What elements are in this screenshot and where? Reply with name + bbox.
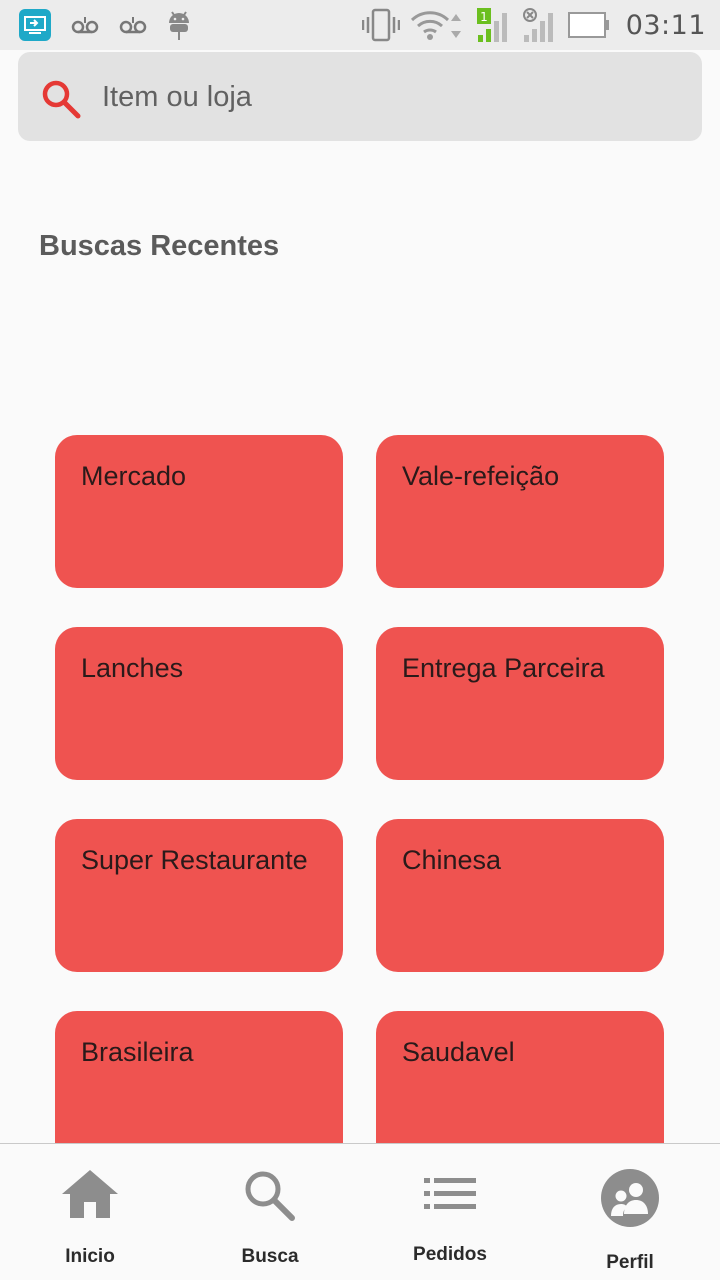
list-icon	[424, 1178, 476, 1209]
category-label: Vale-refeição	[402, 461, 560, 491]
nav-label: Perfil	[606, 1252, 654, 1273]
category-card[interactable]: Lanches	[55, 627, 343, 780]
category-card[interactable]: Entrega Parceira	[376, 627, 664, 780]
category-label: Lanches	[81, 653, 184, 683]
category-card[interactable]: Brasileira	[55, 1011, 343, 1143]
nav-item-busca[interactable]: Busca	[180, 1144, 360, 1280]
category-label: Brasileira	[81, 1037, 194, 1067]
search-icon	[42, 80, 81, 119]
category-card[interactable]: Saudavel	[376, 1011, 664, 1143]
category-card[interactable]: Vale-refeição	[376, 435, 664, 588]
category-label: Saudavel	[402, 1037, 515, 1067]
nav-item-pedidos[interactable]: Pedidos	[360, 1144, 540, 1280]
search-bar[interactable]	[18, 52, 702, 141]
nav-label: Busca	[241, 1246, 299, 1267]
nav-label: Pedidos	[413, 1244, 487, 1265]
profile-icon	[601, 1169, 659, 1227]
recent-searches-title: Buscas Recentes	[39, 230, 280, 262]
category-card[interactable]: Mercado	[55, 435, 343, 588]
category-label: Entrega Parceira	[402, 653, 605, 683]
category-label: Super Restaurante	[81, 845, 308, 875]
category-card[interactable]: Super Restaurante	[55, 819, 343, 972]
search-icon	[245, 1171, 295, 1221]
bottom-nav: Inicio Busca Pedidos Perfil	[0, 1143, 720, 1280]
home-icon	[62, 1170, 118, 1218]
nav-label: Inicio	[65, 1246, 115, 1267]
nav-item-perfil[interactable]: Perfil	[540, 1144, 720, 1280]
search-input[interactable]	[100, 70, 680, 124]
category-label: Chinesa	[402, 845, 502, 875]
category-label: Mercado	[81, 461, 187, 491]
recent-searches-grid: Mercado Vale-refeição Lanches Entrega Pa…	[0, 0, 720, 1143]
nav-item-inicio[interactable]: Inicio	[0, 1144, 180, 1280]
category-card[interactable]: Chinesa	[376, 819, 664, 972]
